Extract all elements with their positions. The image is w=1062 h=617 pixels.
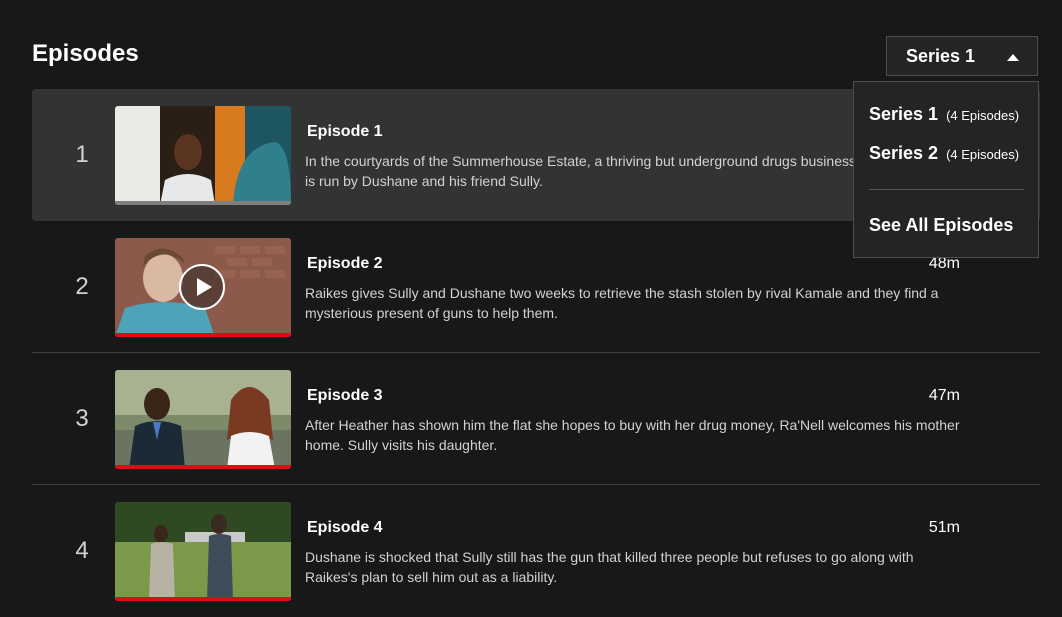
season-option-label: Series 1 [869, 104, 939, 124]
page-title: Episodes [32, 40, 139, 67]
episode-title: Episode 2 [307, 255, 383, 272]
episode-thumbnail-image [115, 370, 291, 469]
watch-progress-track [115, 201, 291, 205]
episode-thumbnail[interactable] [115, 502, 291, 601]
episode-row[interactable]: 4 Episode 4 51m Dushane is shocked that … [32, 485, 1040, 617]
see-all-episodes-link[interactable]: See All Episodes [869, 215, 1013, 236]
episode-description: Raikes gives Sully and Dushane two weeks… [305, 285, 939, 321]
episode-thumbnail-image [115, 502, 291, 601]
play-button[interactable] [179, 264, 225, 310]
season-episode-count: (4 Episodes) [946, 108, 1020, 123]
episode-title: Episode 1 [307, 123, 383, 140]
menu-divider [869, 189, 1024, 190]
selected-season-label: Series 1 [906, 45, 976, 66]
season-option-series-1[interactable]: Series 1 (4 Episodes) [869, 104, 1028, 132]
episode-description: After Heather has shown him the flat she… [305, 417, 960, 453]
episode-thumbnail[interactable] [115, 106, 291, 205]
play-icon [197, 278, 212, 296]
watch-progress-fill [115, 333, 291, 337]
episode-description: Dushane is shocked that Sully still has … [305, 549, 914, 585]
season-dropdown-menu: Series 1 (4 Episodes) Series 2 (4 Episod… [853, 81, 1039, 258]
watch-progress-track [115, 465, 291, 469]
season-dropdown-button[interactable]: Series 1 [886, 36, 1038, 76]
episode-title: Episode 3 [307, 387, 383, 404]
watch-progress-fill [115, 465, 291, 469]
episode-row[interactable]: 3 Episode 3 47m After Heather has shown … [32, 353, 1040, 485]
watch-progress-track [115, 333, 291, 337]
caret-up-icon [1007, 54, 1019, 61]
episode-thumbnail[interactable] [115, 370, 291, 469]
episode-description: In the courtyards of the Summerhouse Est… [305, 153, 856, 189]
season-episode-count: (4 Episodes) [946, 147, 1020, 162]
episode-title: Episode 4 [307, 519, 383, 536]
episode-thumbnail-image [115, 106, 291, 205]
watch-progress-fill [115, 597, 291, 601]
episode-duration: 47m [928, 387, 960, 404]
episode-duration: 51m [928, 519, 960, 536]
season-option-series-2[interactable]: Series 2 (4 Episodes) [869, 143, 1028, 171]
episode-thumbnail[interactable] [115, 238, 291, 337]
season-option-label: Series 2 [869, 143, 939, 163]
watch-progress-track [115, 597, 291, 601]
